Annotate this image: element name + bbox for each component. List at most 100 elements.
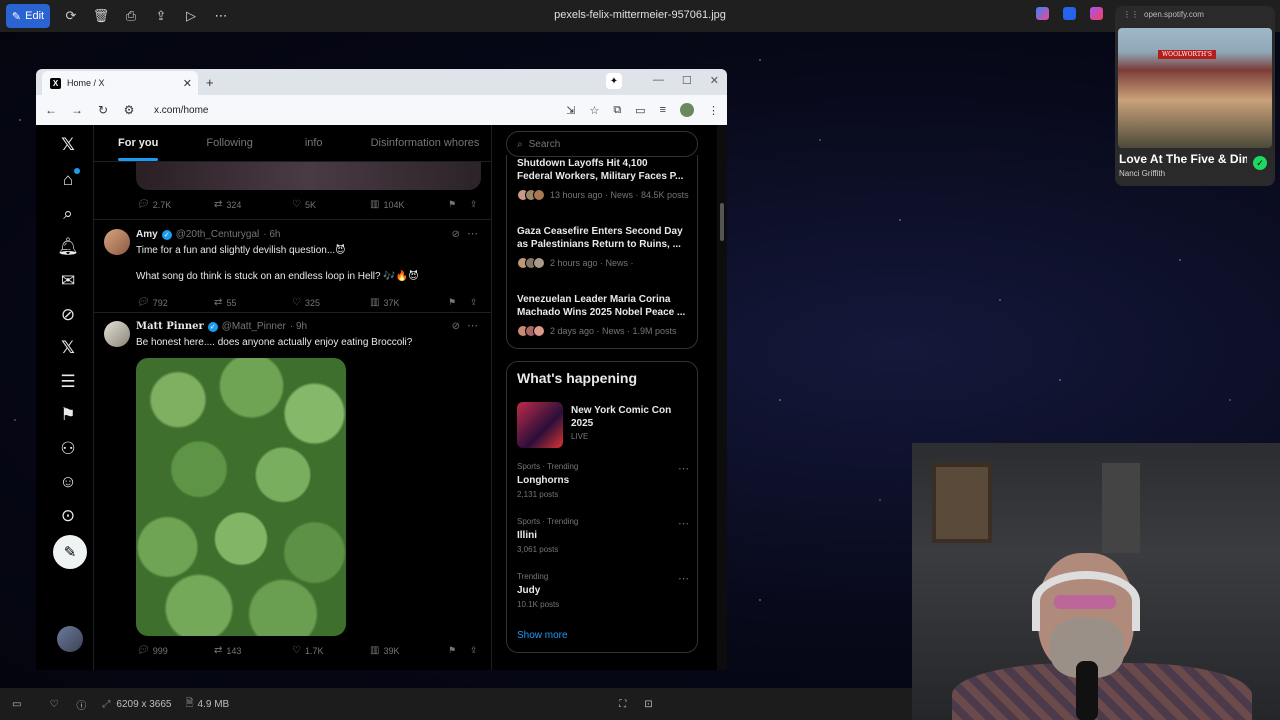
split-view-icon[interactable]: ▭ (635, 104, 645, 117)
news-item[interactable]: Venezuelan Leader Maria Corina Machado W… (517, 293, 692, 337)
close-tab-icon[interactable]: ✕ (183, 77, 192, 90)
trend-item[interactable]: Sports · Trending Illini 3,061 posts ⋯ (517, 517, 689, 554)
news-item[interactable]: Shutdown Layoffs Hit 4,100 Federal Worke… (517, 157, 692, 201)
reply-button[interactable]: 💬︎ 2.7K (136, 199, 171, 210)
grok-icon[interactable]: ⊘ (58, 305, 78, 325)
minimize-icon[interactable]: — (653, 74, 664, 87)
share-icon[interactable]: ⇪ (470, 199, 478, 210)
app-icon[interactable] (1063, 7, 1076, 20)
broccoli-image[interactable] (136, 358, 346, 636)
fit-icon[interactable]: ⛶ (619, 699, 626, 710)
author-name[interactable]: Amy (136, 229, 158, 240)
like-button[interactable]: ♡ 1.7K (292, 645, 323, 656)
slideshow-icon[interactable]: ▷ (176, 3, 206, 29)
extensions-icon[interactable]: ⧉ (613, 104, 621, 117)
info-icon[interactable]: ⓘ (76, 697, 86, 712)
maximize-icon[interactable]: ☐ (682, 74, 692, 87)
bookmarks-icon[interactable]: ⚑ (58, 405, 78, 425)
repost-button[interactable]: ⇄ 143 (214, 645, 241, 656)
bookmark-icon[interactable]: ⚑ (448, 645, 456, 656)
views-button[interactable]: ▥ 104K (370, 199, 404, 210)
install-icon[interactable]: ⇲ (566, 104, 575, 117)
back-icon[interactable]: ← (44, 103, 58, 117)
more-icon[interactable]: ⋯ (678, 517, 689, 530)
browser-tab[interactable]: X Home / X ✕ (42, 71, 198, 95)
trend-item[interactable]: Trending Judy 10.1K posts ⋯ (517, 572, 689, 609)
event-title[interactable]: New York Comic Con 2025 (571, 404, 681, 430)
app-icon-2[interactable] (1090, 7, 1103, 20)
author-handle[interactable]: @20th_Centurygal (176, 229, 260, 240)
profile-icon[interactable]: ☺ (58, 472, 78, 492)
like-button[interactable]: ♡ 325 (292, 297, 320, 308)
scrollbar-thumb[interactable] (720, 203, 724, 241)
more-icon[interactable]: ⋯ (467, 319, 478, 332)
site-info-icon[interactable]: ⚙ (122, 103, 136, 117)
premium-icon[interactable]: 𝕏 (58, 338, 78, 358)
repost-button[interactable]: ⇄ 324 (214, 199, 241, 210)
reading-list-icon[interactable]: ≡ (660, 104, 666, 116)
avatar[interactable] (104, 229, 130, 255)
bookmark-icon[interactable]: ⚑ (448, 199, 456, 210)
news-item[interactable]: Gaza Ceasefire Enters Second Day as Pale… (517, 225, 692, 269)
views-button[interactable]: ▥ 39K (370, 645, 399, 656)
url-field[interactable]: x.com/home (154, 105, 554, 116)
notifications-icon[interactable]: 🔔︎ (57, 237, 79, 257)
home-icon[interactable]: ⌂ (58, 168, 80, 190)
gemini-icon[interactable]: ✦ (606, 73, 622, 89)
rotate-icon[interactable]: ⟳ (56, 3, 86, 29)
tab-info[interactable]: info (305, 125, 323, 161)
grok-explain-icon[interactable]: ⊘ (452, 321, 460, 332)
more-icon[interactable]: ⋯ (467, 227, 478, 240)
compose-post-button[interactable]: ✎ (53, 535, 87, 569)
bookmark-icon[interactable]: ⚑ (448, 297, 456, 308)
views-button[interactable]: ▥ 37K (370, 297, 399, 308)
more-icon[interactable]: ⋯ (206, 3, 236, 29)
reply-button[interactable]: 💬︎ 999 (136, 645, 168, 656)
account-avatar[interactable] (57, 626, 83, 652)
grok-explain-icon[interactable]: ⊘ (452, 229, 460, 240)
spotify-mini-player[interactable]: ⋮⋮ open.spotify.com WOOLWORTH'S Love At T… (1115, 6, 1275, 186)
more-icon[interactable]: ⋯ (678, 572, 689, 585)
trend-item[interactable]: Sports · Trending Longhorns 2,131 posts … (517, 462, 689, 499)
tab-disinformation-whores[interactable]: Disinformation whores (371, 125, 480, 161)
like-button[interactable]: ♡ 5K (292, 199, 316, 210)
tweet-image[interactable] (136, 162, 481, 190)
communities-icon[interactable]: ⚇ (58, 439, 78, 459)
copilot-icon[interactable] (1036, 7, 1049, 20)
repost-button[interactable]: ⇄ 55 (214, 297, 236, 308)
share-icon[interactable]: ⇪ (470, 297, 478, 308)
saved-check-icon[interactable]: ✓ (1253, 156, 1267, 170)
new-tab-icon[interactable]: + (206, 75, 214, 90)
tab-for-you[interactable]: For you (118, 125, 159, 161)
tweet[interactable]: Amy ✓ @20th_Centurygal · 6h ⊘ ⋯ Time for… (94, 219, 491, 312)
share-icon[interactable]: ⇪ (146, 3, 176, 29)
search-input[interactable]: ⌕ Search (506, 131, 698, 157)
delete-icon[interactable]: 🗑 (86, 3, 116, 29)
scrollbar[interactable] (717, 125, 727, 670)
menu-icon[interactable]: ⋮ (708, 104, 719, 117)
print-icon[interactable]: ⎙ (116, 3, 146, 29)
more-options-icon[interactable]: ⊙ (58, 506, 78, 526)
event-thumbnail[interactable] (517, 402, 563, 448)
explore-icon[interactable]: ⌕ (58, 204, 78, 224)
show-more-link[interactable]: Show more (517, 630, 568, 641)
favorite-icon[interactable]: ♡ (49, 699, 58, 710)
messages-icon[interactable]: ✉ (58, 271, 78, 291)
x-logo-icon[interactable]: 𝕏 (58, 135, 78, 155)
bookmark-star-icon[interactable]: ☆ (589, 104, 599, 117)
profile-avatar[interactable] (680, 103, 694, 117)
forward-icon[interactable]: → (70, 103, 84, 117)
actual-size-icon[interactable]: ⊡ (644, 699, 652, 710)
tab-following[interactable]: Following (206, 125, 252, 161)
filmstrip-icon[interactable]: ▭ (12, 699, 21, 710)
lists-icon[interactable]: ☰ (58, 372, 78, 392)
author-name[interactable]: Matt Pinner (136, 321, 204, 332)
avatar[interactable] (104, 321, 130, 347)
reload-icon[interactable]: ↻ (96, 103, 110, 117)
close-window-icon[interactable]: ✕ (710, 74, 719, 87)
author-handle[interactable]: @Matt_Pinner (222, 321, 286, 332)
edit-button[interactable]: ✎ Edit (6, 4, 50, 28)
reply-button[interactable]: 💬︎ 792 (136, 297, 168, 308)
share-icon[interactable]: ⇪ (470, 645, 478, 656)
more-icon[interactable]: ⋯ (678, 462, 689, 475)
